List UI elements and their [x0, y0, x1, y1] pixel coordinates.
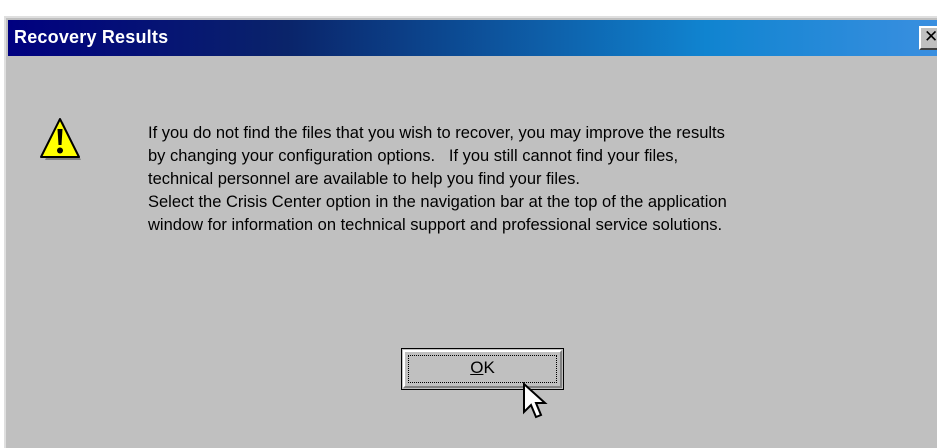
message-text: If you do not find the files that you wi…	[148, 122, 928, 237]
close-icon: ✕	[924, 27, 937, 47]
warning-icon	[40, 118, 81, 160]
title-bar[interactable]: Recovery Results ✕	[8, 20, 937, 56]
message-line: Select the Crisis Center option in the n…	[148, 193, 727, 211]
dialog-title: Recovery Results	[14, 27, 169, 47]
ok-accelerator-key: O	[470, 358, 484, 377]
message-line: technical personnel are available to hel…	[148, 170, 581, 188]
message-line: If you do not find the files that you wi…	[148, 124, 725, 142]
ok-button-label: OK	[402, 358, 563, 378]
message-line: by changing your configuration options. …	[148, 147, 679, 165]
mouse-pointer-icon	[523, 382, 548, 419]
message-line: window for information on technical supp…	[148, 216, 723, 234]
close-button[interactable]: ✕	[919, 26, 937, 50]
ok-label-rest: K	[483, 358, 495, 377]
recovery-results-dialog: Recovery Results ✕ If you do not find th…	[4, 16, 937, 448]
